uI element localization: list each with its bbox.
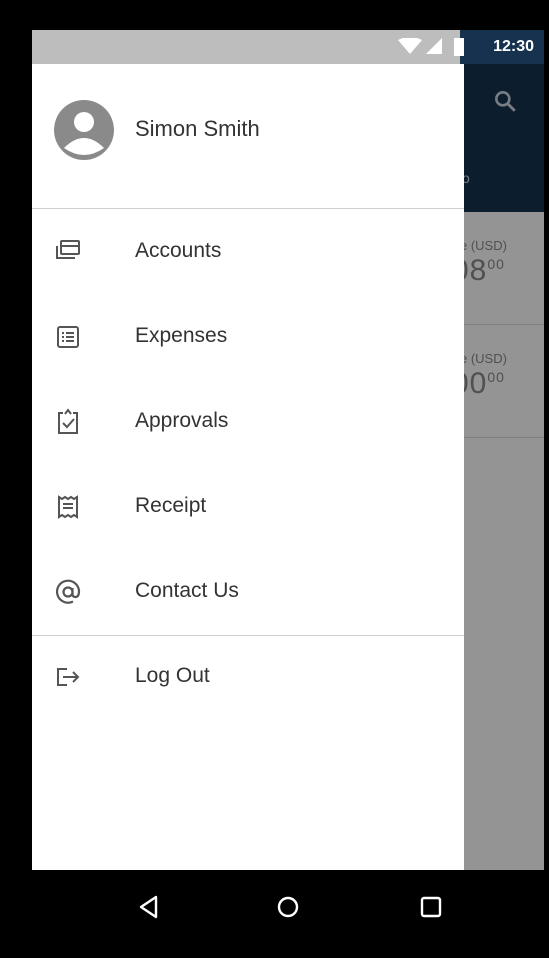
menu-item-contact-us[interactable]: Contact Us <box>32 550 464 634</box>
logout-icon <box>57 668 80 686</box>
menu-item-label: Expenses <box>135 324 228 347</box>
menu-item-approvals[interactable]: Approvals <box>32 380 464 464</box>
avatar-icon <box>54 100 114 160</box>
navigation-bar <box>0 870 549 958</box>
battery-icon <box>454 38 464 56</box>
at-sign-icon <box>55 579 81 604</box>
expenses-icon <box>57 326 79 348</box>
menu-item-log-out[interactable]: Log Out <box>32 635 464 719</box>
signal-icon <box>426 38 442 54</box>
wifi-icon <box>398 38 422 54</box>
accounts-icon <box>56 240 80 259</box>
back-icon[interactable] <box>132 890 166 924</box>
menu-item-label: Accounts <box>135 239 222 262</box>
menu-item-label: Receipt <box>135 494 207 517</box>
phone-screen: o e (USD) 0800 e (USD) 0000 12:30 Simon … <box>32 30 544 870</box>
status-bar: 12:30 <box>32 30 544 64</box>
status-time: 12:30 <box>493 38 534 55</box>
receipt-icon <box>58 495 78 519</box>
status-icons <box>398 38 464 56</box>
menu-item-label: Approvals <box>135 409 229 432</box>
menu-item-expenses[interactable]: Expenses <box>32 295 464 379</box>
menu-item-accounts[interactable]: Accounts <box>32 210 464 294</box>
menu-item-label: Log Out <box>135 664 210 687</box>
profile-name: Simon Smith <box>135 116 260 141</box>
home-icon[interactable] <box>271 890 305 924</box>
approvals-icon <box>58 408 78 434</box>
profile-header[interactable]: Simon Smith <box>32 64 464 209</box>
menu-item-label: Contact Us <box>135 579 239 602</box>
recents-icon[interactable] <box>414 890 448 924</box>
menu-item-receipt[interactable]: Receipt <box>32 465 464 549</box>
navigation-drawer: Simon Smith Accounts Expenses Approvals … <box>32 64 464 870</box>
